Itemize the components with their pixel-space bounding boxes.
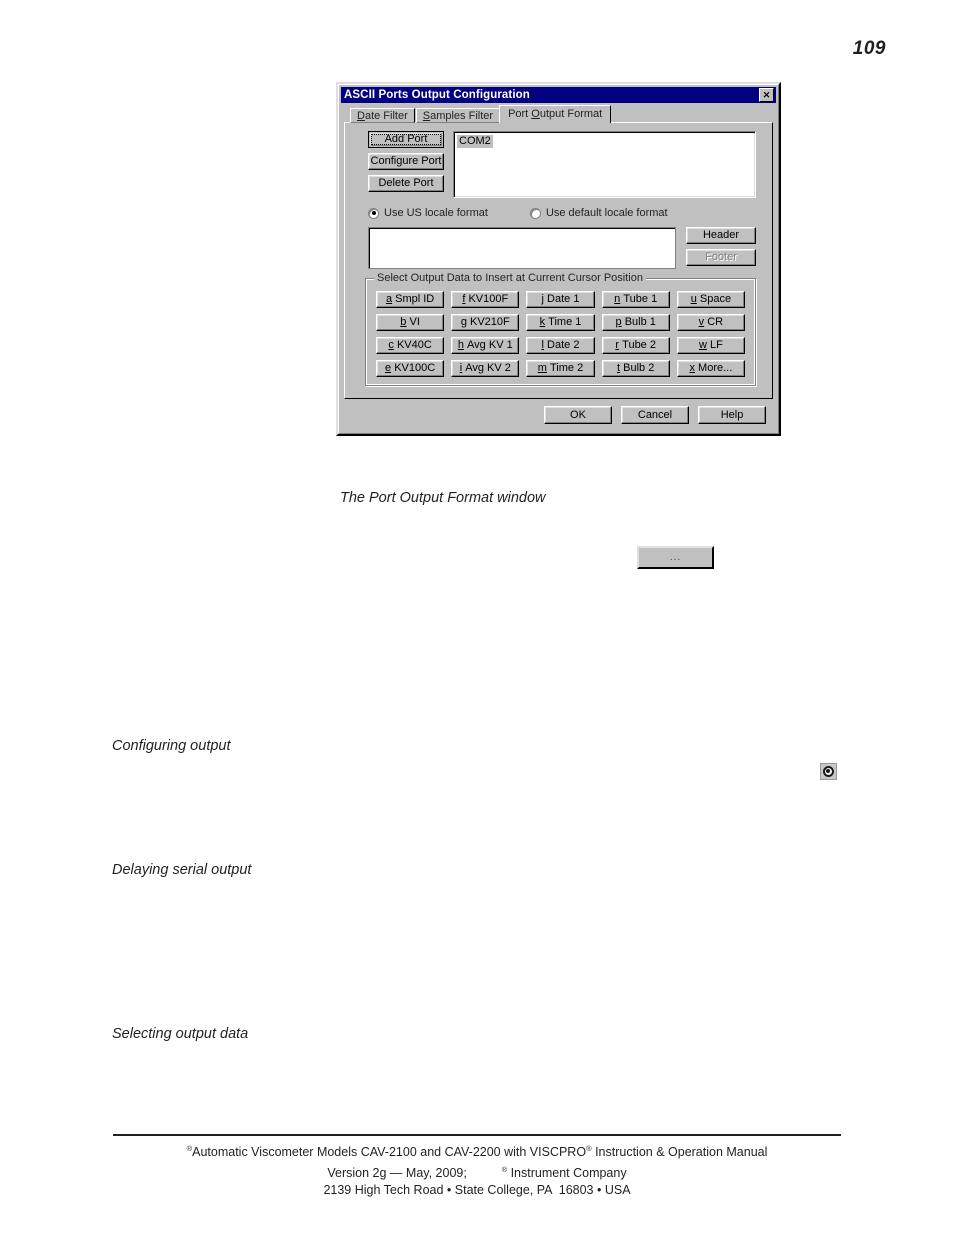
footer-line-2: Version 2g — May, 2009; ® Instrument Com… bbox=[327, 1165, 627, 1181]
output-button-space[interactable]: u Space bbox=[676, 291, 745, 308]
accel-w: w bbox=[698, 339, 707, 351]
note-marker-icon bbox=[820, 763, 837, 780]
locale-format-radio-group: Use US locale format Use default locale … bbox=[368, 207, 762, 219]
port-selection-row: Add Port Configure Port Delete Port COM2 bbox=[355, 131, 762, 198]
port-listbox[interactable]: COM2 bbox=[453, 131, 756, 198]
accel-x: x bbox=[689, 362, 695, 374]
radio-use-default-locale[interactable]: Use default locale format bbox=[529, 207, 668, 219]
output-button-lf[interactable]: w LF bbox=[676, 337, 745, 354]
heading-selecting-output-data: Selecting output data bbox=[112, 1026, 249, 1042]
accel-i: i bbox=[459, 362, 463, 374]
help-button-label: Help bbox=[720, 408, 744, 421]
output-button-cr[interactable]: v CR bbox=[676, 314, 745, 331]
accel-t: t bbox=[617, 362, 621, 374]
output-button-kv40c[interactable]: c KV40C bbox=[376, 337, 445, 354]
port-output-format-panel: Add Port Configure Port Delete Port COM2 bbox=[344, 122, 773, 399]
header-button[interactable]: Header bbox=[686, 227, 756, 244]
add-port-button[interactable]: Add Port bbox=[368, 131, 444, 148]
accel-l: l bbox=[541, 339, 544, 351]
output-button-avg-kv-1[interactable]: h Avg KV 1 bbox=[451, 337, 520, 354]
ok-button[interactable]: OK bbox=[544, 406, 612, 424]
radio-use-us-locale-label: Use US locale format bbox=[384, 207, 488, 219]
output-button-bulb-1[interactable]: p Bulb 1 bbox=[601, 314, 670, 331]
tab-date-filter[interactable]: Date Filter bbox=[350, 108, 415, 123]
output-button-tube-2[interactable]: r Tube 2 bbox=[601, 337, 670, 354]
ok-button-label: OK bbox=[570, 408, 586, 421]
ascii-ports-output-configuration-dialog: ASCII Ports Output Configuration ✕ Date … bbox=[336, 82, 781, 436]
close-icon[interactable]: ✕ bbox=[759, 88, 774, 102]
footer-line-3: 2139 High Tech Road • State College, PA … bbox=[323, 1183, 631, 1198]
accel-v: v bbox=[698, 316, 705, 328]
footer-divider bbox=[113, 1134, 841, 1136]
accel-b: b bbox=[400, 316, 407, 328]
tabstrip: Date Filter Samples Filter Port Output F… bbox=[341, 105, 776, 123]
accel-a: a bbox=[385, 293, 393, 305]
accel-h: h bbox=[457, 339, 464, 351]
delete-port-label: Delete Port bbox=[378, 177, 434, 189]
heading-delaying-serial-output: Delaying serial output bbox=[112, 862, 252, 878]
radio-use-default-locale-label: Use default locale format bbox=[545, 207, 668, 219]
accel-f: f bbox=[462, 293, 466, 305]
output-button-vi[interactable]: b VI bbox=[376, 314, 445, 331]
format-edit-row: Header Footer bbox=[368, 227, 756, 269]
output-button-tube-1[interactable]: n Tube 1 bbox=[601, 291, 670, 308]
delete-port-button[interactable]: Delete Port bbox=[368, 175, 444, 192]
note-ring-glyph bbox=[823, 766, 834, 777]
accel-r: r bbox=[615, 339, 620, 351]
ellipsis-button[interactable]: ... bbox=[637, 546, 714, 569]
select-output-data-title: Select Output Data to Insert at Current … bbox=[374, 273, 646, 284]
page-number: 109 bbox=[852, 38, 886, 59]
header-button-label: Header bbox=[702, 229, 740, 241]
output-button-time-1[interactable]: k Time 1 bbox=[526, 314, 595, 331]
accel-j: j bbox=[541, 293, 544, 305]
cancel-button[interactable]: Cancel bbox=[621, 406, 689, 424]
help-button[interactable]: Help bbox=[698, 406, 766, 424]
output-button-kv100f[interactable]: f KV100F bbox=[451, 291, 520, 308]
output-button-bulb-2[interactable]: t Bulb 2 bbox=[601, 360, 670, 377]
output-button-date-1[interactable]: j Date 1 bbox=[526, 291, 595, 308]
output-button-avg-kv-2[interactable]: i Avg KV 2 bbox=[451, 360, 520, 377]
output-button-time-2[interactable]: m Time 2 bbox=[526, 360, 595, 377]
port-action-buttons: Add Port Configure Port Delete Port bbox=[355, 131, 444, 198]
header-footer-buttons: Header Footer bbox=[686, 227, 756, 266]
page-footer: ®Automatic Viscometer Models CAV-2100 an… bbox=[0, 1140, 954, 1199]
cancel-button-label: Cancel bbox=[637, 408, 673, 421]
accel-p: p bbox=[615, 316, 622, 328]
accel-c: c bbox=[388, 339, 394, 351]
accel-g: g bbox=[460, 316, 467, 328]
accel-n: n bbox=[614, 293, 621, 305]
output-button-date-2[interactable]: l Date 2 bbox=[526, 337, 595, 354]
output-button-more[interactable]: x More... bbox=[676, 360, 745, 377]
footer-button: Footer bbox=[686, 249, 756, 266]
output-data-button-grid: a Smpl ID f KV100F j Date 1 n Tube 1 u S… bbox=[376, 291, 745, 377]
heading-configuring-output: Configuring output bbox=[112, 738, 231, 754]
accel-e: e bbox=[385, 362, 392, 374]
footer-line-1: ®Automatic Viscometer Models CAV-2100 an… bbox=[186, 1144, 768, 1160]
list-item[interactable]: COM2 bbox=[457, 135, 493, 148]
output-button-kv100c[interactable]: e KV100C bbox=[376, 360, 445, 377]
radio-unselected-icon[interactable] bbox=[529, 207, 541, 219]
output-button-smpl-id[interactable]: a Smpl ID bbox=[376, 291, 445, 308]
output-button-kv210f[interactable]: g KV210F bbox=[451, 314, 520, 331]
dialog-footer: OK Cancel Help bbox=[341, 399, 776, 431]
accel-m: m bbox=[537, 362, 547, 374]
footer-button-label: Footer bbox=[705, 251, 737, 263]
dialog-titlebar: ASCII Ports Output Configuration ✕ bbox=[341, 87, 776, 103]
dialog-inner-frame: ASCII Ports Output Configuration ✕ Date … bbox=[338, 84, 779, 434]
accel-k: k bbox=[539, 316, 546, 328]
tab-samples-filter[interactable]: Samples Filter bbox=[415, 108, 501, 123]
configure-port-button[interactable]: Configure Port bbox=[368, 153, 444, 170]
radio-use-us-locale[interactable]: Use US locale format bbox=[368, 207, 488, 219]
select-output-data-groupbox: Select Output Data to Insert at Current … bbox=[365, 273, 756, 386]
dialog-title: ASCII Ports Output Configuration bbox=[344, 89, 530, 101]
format-string-input[interactable] bbox=[368, 227, 676, 269]
configure-port-label: Configure Port bbox=[370, 155, 442, 167]
figure-caption: The Port Output Format window bbox=[340, 490, 546, 506]
tab-port-output-format[interactable]: Port Output Format bbox=[499, 105, 612, 123]
radio-selected-icon[interactable] bbox=[368, 207, 379, 219]
accel-u: u bbox=[690, 293, 697, 305]
